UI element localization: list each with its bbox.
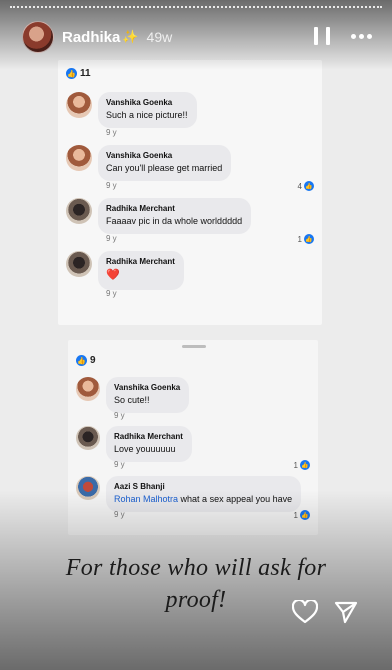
comment-age: 9 y <box>114 411 125 420</box>
comment-author: Vanshika Goenka <box>114 383 181 392</box>
caption-line-2: proof! <box>165 587 227 613</box>
avatar[interactable] <box>22 21 54 53</box>
reaction-count: 11 <box>80 68 91 79</box>
like-button[interactable] <box>291 598 319 629</box>
comment-author: Radhika Merchant <box>106 257 175 266</box>
story-viewer: Radhika ✨ 49w 👍 11 Vanshika Goenka Such … <box>0 0 392 670</box>
comment-likes: 1 👍 <box>298 234 314 244</box>
story-progress-bar <box>10 6 382 8</box>
comment-age: 9 y <box>106 128 117 137</box>
comment-text: Such a nice picture!! <box>106 109 188 120</box>
comment-age: 9 y <box>106 234 117 243</box>
comment-bubble: Radhika Merchant ❤️ <box>98 251 184 290</box>
avatar <box>76 476 100 500</box>
comment-text: Love youuuuuu <box>114 443 176 454</box>
thumbs-up-icon: 👍 <box>304 234 314 244</box>
reaction-summary: 👍 11 <box>66 68 91 79</box>
thumbs-up-icon: 👍 <box>300 460 310 470</box>
comment-author: Radhika Merchant <box>106 204 175 213</box>
story-caption: For those who will ask for proof! <box>20 552 372 616</box>
comment-bubble: Vanshika Goenka Such a nice picture!! <box>98 92 197 128</box>
post-time: 49w <box>146 29 173 45</box>
comment-bubble: Aazi S Bhanji Rohan Malhotra what a sex … <box>106 476 302 512</box>
comment-author: Vanshika Goenka <box>106 151 173 160</box>
comment-likes: 1 👍 <box>294 460 310 470</box>
comment-like-count: 1 <box>293 510 298 520</box>
comment-age: 9 y <box>114 460 125 469</box>
mention-link[interactable]: Rohan Malhotra <box>114 494 178 504</box>
avatar <box>76 426 100 450</box>
comment-age: 9 y <box>106 289 117 298</box>
caption-line-1: For those who will ask for <box>65 555 327 581</box>
thumbs-up-icon: 👍 <box>76 355 87 366</box>
avatar <box>66 251 92 277</box>
comment-text: Can you'll please get married <box>106 162 223 173</box>
thumbs-up-icon: 👍 <box>300 510 310 520</box>
comments-screenshot-1: 👍 11 Vanshika Goenka Such a nice picture… <box>58 60 322 325</box>
comment-author: Aazi S Bhanji <box>114 482 165 491</box>
sparkle-badge-icon: ✨ <box>122 29 139 44</box>
comment-like-count: 1 <box>297 234 302 244</box>
username[interactable]: Radhika <box>62 29 120 46</box>
comment-bubble: Vanshika Goenka So cute!! <box>106 377 190 413</box>
avatar <box>76 377 100 401</box>
pause-button[interactable] <box>314 27 330 45</box>
more-options-button[interactable] <box>351 34 372 39</box>
comment-text: So cute!! <box>114 394 150 405</box>
comment-author: Radhika Merchant <box>114 432 183 441</box>
comment-likes: 4 👍 <box>298 181 314 191</box>
comment-text: Rohan Malhotra what a sex appeal you hav… <box>114 493 292 506</box>
paper-plane-icon <box>334 601 358 624</box>
avatar <box>66 145 92 171</box>
comment-bubble: Radhika Merchant Love youuuuuu <box>106 426 192 462</box>
thumbs-up-icon: 👍 <box>66 68 77 79</box>
comment-age: 9 y <box>114 510 125 519</box>
comment-bubble: Vanshika Goenka Can you'll please get ma… <box>98 145 232 181</box>
comment-text-body: what a sex appeal you have <box>178 493 293 504</box>
comments-screenshot-2: 👍 9 Vanshika Goenka So cute!! 9 y Radhik… <box>68 340 318 535</box>
comment-like-count: 4 <box>297 181 302 191</box>
comment-bubble: Radhika Merchant Faaaav pic in da whole … <box>98 198 252 234</box>
comment-age: 9 y <box>106 181 117 190</box>
heart-emoji: ❤️ <box>106 268 120 281</box>
heart-icon <box>291 598 319 624</box>
comment-like-count: 1 <box>293 460 298 470</box>
comment-author: Vanshika Goenka <box>106 98 173 107</box>
comment-text: Faaaav pic in da whole worlddddd <box>106 215 243 226</box>
story-header: Radhika ✨ 49w <box>22 20 372 54</box>
avatar <box>66 92 92 118</box>
share-button[interactable] <box>334 600 358 629</box>
avatar <box>66 198 92 224</box>
comment-likes: 1 👍 <box>294 510 310 520</box>
reaction-count: 9 <box>90 355 96 366</box>
reaction-summary: 👍 9 <box>76 355 96 366</box>
thumbs-up-icon: 👍 <box>304 181 314 191</box>
drag-handle <box>182 345 206 348</box>
